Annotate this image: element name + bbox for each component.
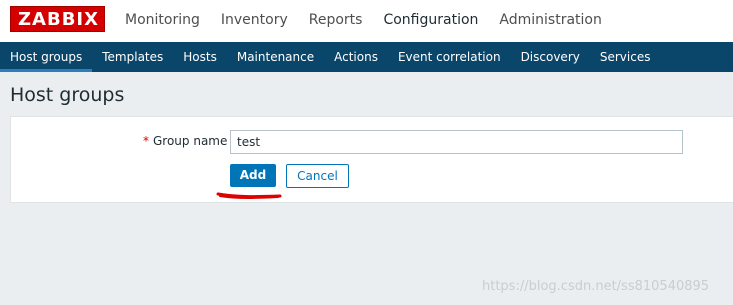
sub-menu-actions[interactable]: Actions <box>324 42 388 72</box>
sub-menu: Host groups Templates Hosts Maintenance … <box>0 42 660 72</box>
sub-menu-bar: Host groups Templates Hosts Maintenance … <box>0 42 733 72</box>
sub-menu-hosts[interactable]: Hosts <box>173 42 227 72</box>
group-name-input[interactable]: test <box>230 130 683 154</box>
main-menu-inventory[interactable]: Inventory <box>221 11 288 29</box>
sub-menu-discovery[interactable]: Discovery <box>511 42 590 72</box>
top-header: ZABBIX Monitoring Inventory Reports Conf… <box>0 0 733 42</box>
logo-text: ZABBIX <box>18 9 99 30</box>
sub-menu-host-groups[interactable]: Host groups <box>0 42 93 72</box>
main-menu-reports[interactable]: Reports <box>309 11 363 29</box>
cancel-button[interactable]: Cancel <box>286 164 349 188</box>
main-menu-monitoring[interactable]: Monitoring <box>125 11 200 29</box>
zabbix-logo[interactable]: ZABBIX <box>10 6 105 32</box>
group-name-label-text: Group name <box>153 134 228 148</box>
main-menu-configuration[interactable]: Configuration <box>383 11 478 29</box>
sub-menu-event-correlation[interactable]: Event correlation <box>388 42 511 72</box>
watermark: https://blog.csdn.net/ss810540895 <box>482 279 710 294</box>
main-menu-administration[interactable]: Administration <box>499 11 601 29</box>
add-button[interactable]: Add <box>230 164 276 187</box>
main-menu: Monitoring Inventory Reports Configurati… <box>125 11 623 29</box>
required-mark: * <box>143 134 149 148</box>
red-underline-annotation <box>216 192 282 199</box>
sub-menu-templates[interactable]: Templates <box>92 42 173 72</box>
page-title: Host groups <box>10 84 125 106</box>
sub-menu-maintenance[interactable]: Maintenance <box>227 42 324 72</box>
group-name-label: * Group name <box>143 134 227 148</box>
sub-menu-services[interactable]: Services <box>590 42 661 72</box>
